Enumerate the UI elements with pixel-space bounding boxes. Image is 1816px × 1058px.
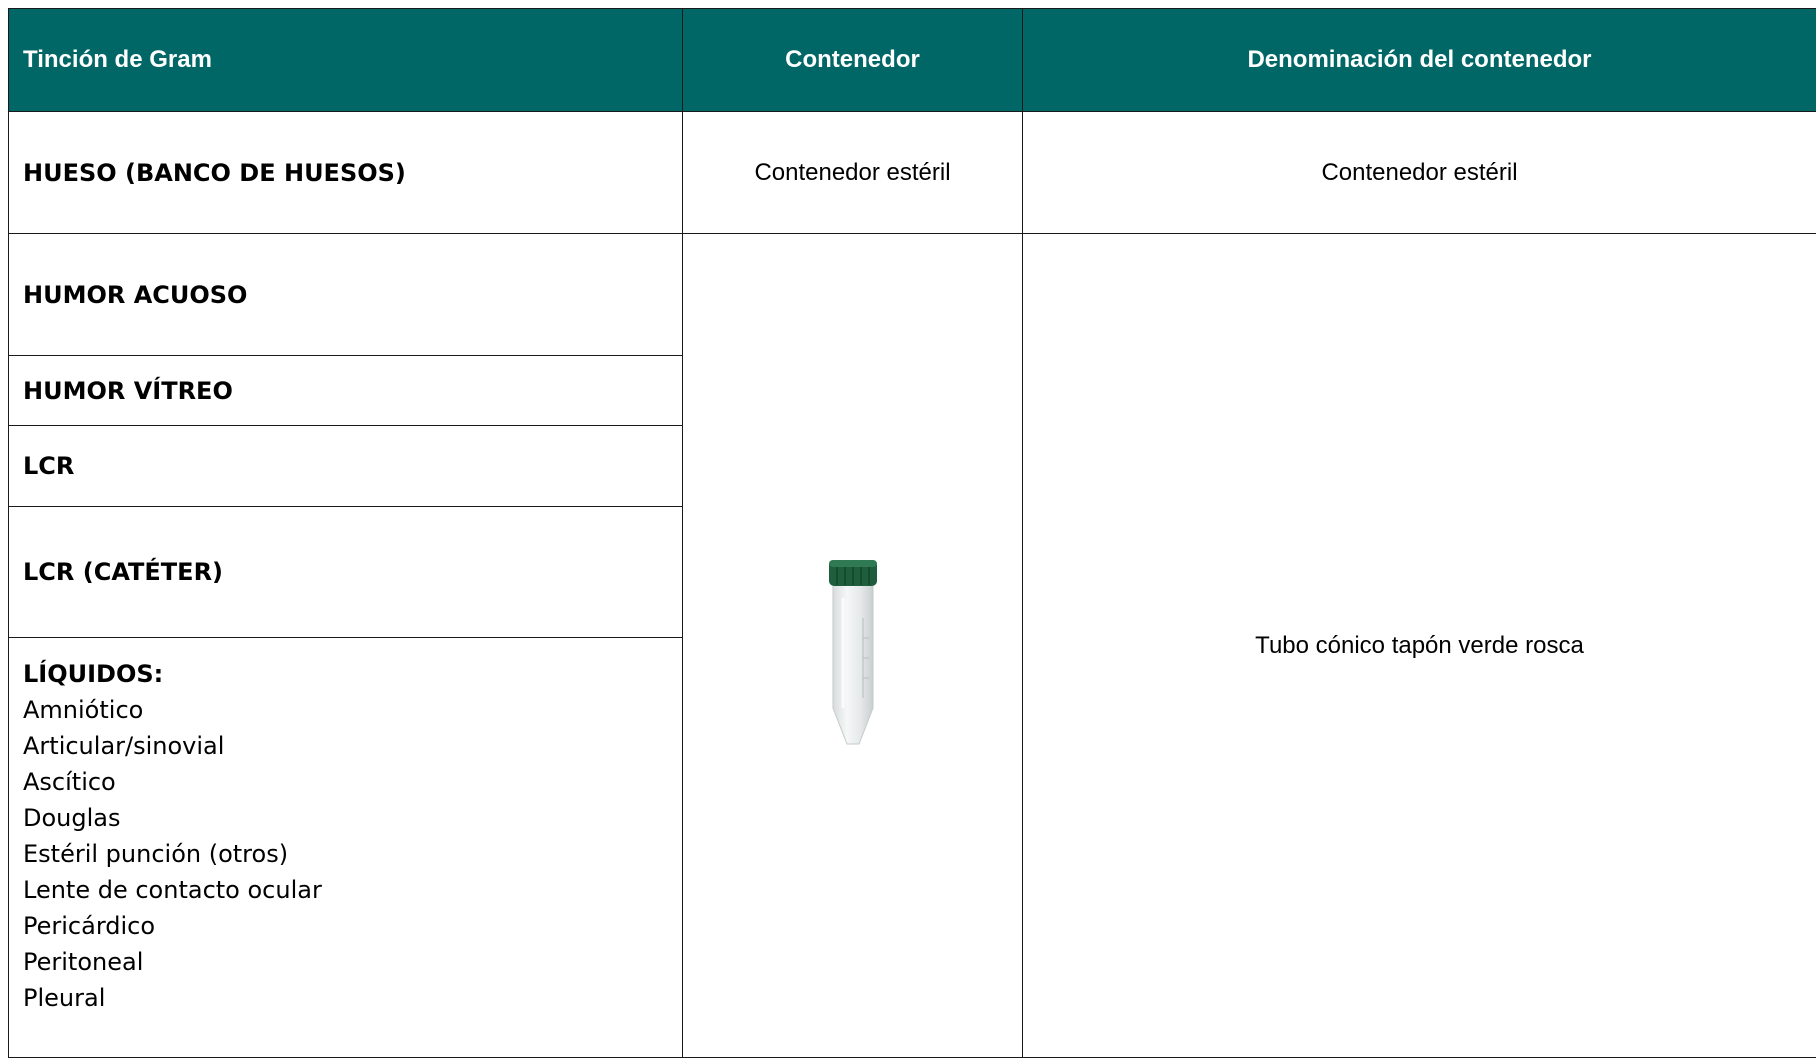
container-cell: Contenedor estéril <box>683 112 1023 234</box>
sample-cell: HUESO (BANCO DE HUESOS) <box>9 112 683 234</box>
table-row: HUESO (BANCO DE HUESOS) Contenedor estér… <box>9 112 1816 234</box>
sample-cell: LCR (CATÉTER) <box>9 507 683 638</box>
header-container-name: Denominación del contenedor <box>1023 9 1816 112</box>
list-item: Douglas <box>23 800 682 836</box>
table-row: HUMOR ACUOSO <box>9 234 1816 356</box>
list-item: Ascítico <box>23 764 682 800</box>
list-item: Lente de contacto ocular <box>23 872 682 908</box>
liquids-heading: LÍQUIDOS: <box>23 656 682 692</box>
list-item: Pleural <box>23 980 682 1016</box>
sample-cell: LCR <box>9 426 683 507</box>
list-item: Pericárdico <box>23 908 682 944</box>
container-name-cell: Contenedor estéril <box>1023 112 1816 234</box>
header-container: Contenedor <box>683 9 1023 112</box>
list-item: Articular/sinovial <box>23 728 682 764</box>
liquids-cell: LÍQUIDOS: Amniótico Articular/sinovial A… <box>9 638 683 1058</box>
list-item: Peritoneal <box>23 944 682 980</box>
list-item: Estéril punción (otros) <box>23 836 682 872</box>
sample-cell: HUMOR ACUOSO <box>9 234 683 356</box>
container-image-cell <box>683 234 1023 1058</box>
specimen-container-table: Tinción de Gram Contenedor Denominación … <box>8 8 1816 1058</box>
header-gram-stain: Tinción de Gram <box>9 9 683 112</box>
container-name-cell: Tubo cónico tapón verde rosca <box>1023 234 1816 1058</box>
sample-cell: HUMOR VÍTREO <box>9 356 683 426</box>
conical-tube-green-cap-icon <box>823 558 883 748</box>
list-item: Amniótico <box>23 692 682 728</box>
table-header: Tinción de Gram Contenedor Denominación … <box>9 9 1816 112</box>
